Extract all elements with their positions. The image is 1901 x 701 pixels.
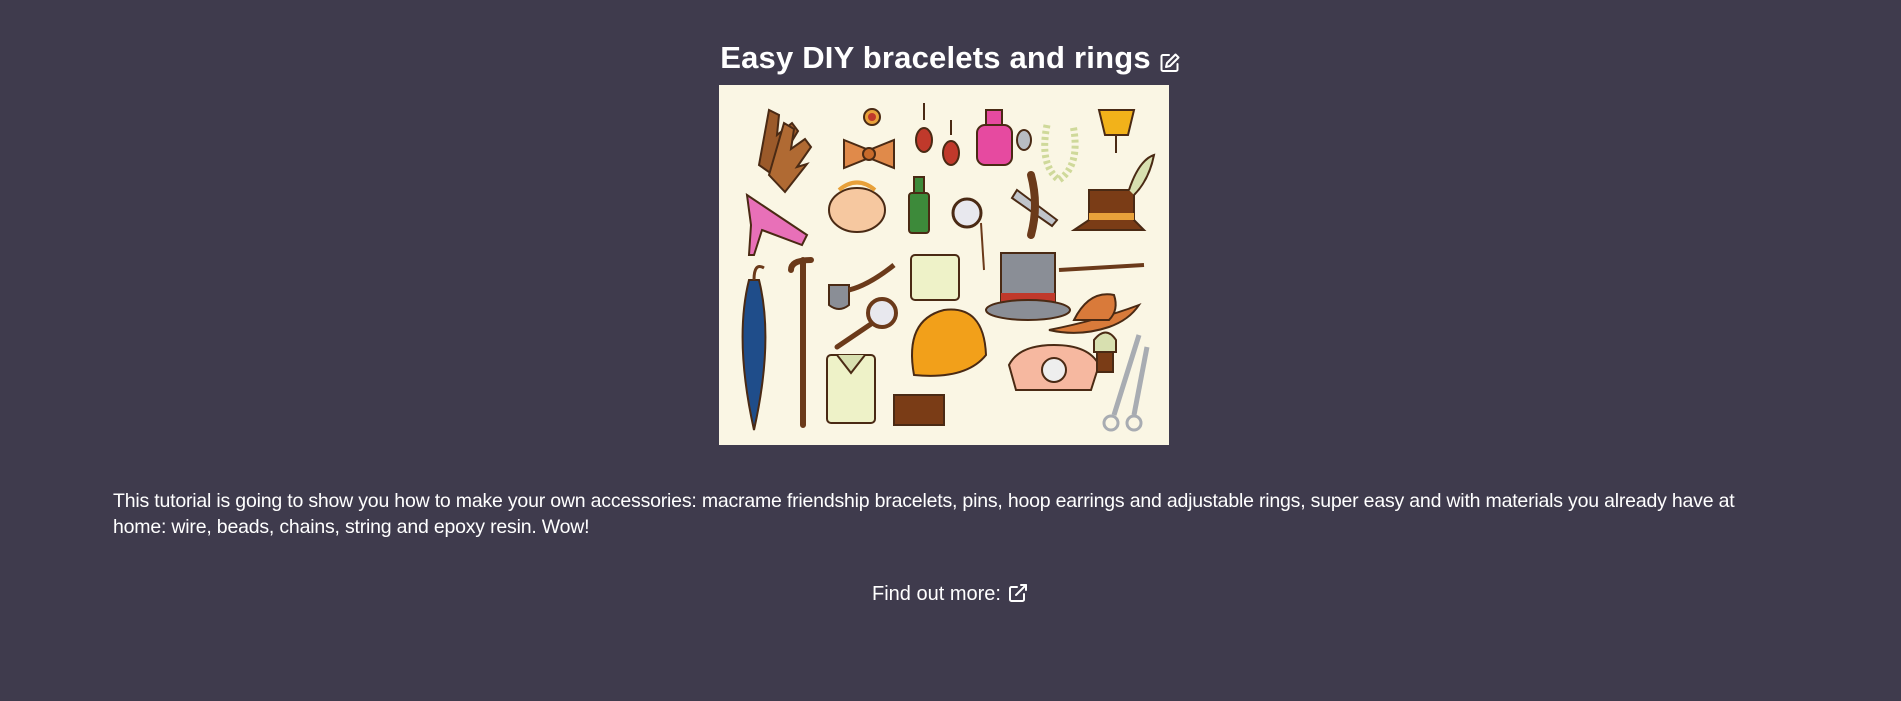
hero-image [719,85,1169,445]
page-title: Easy DIY bracelets and rings [720,40,1151,75]
title-row: Easy DIY bracelets and rings [0,38,1901,84]
find-more-row: Find out more: [0,580,1901,608]
external-link-icon[interactable] [1007,582,1029,604]
vintage-accessories-illustration [719,85,1169,445]
description: This tutorial is going to show you how t… [113,490,1735,538]
find-more-label: Find out more: [872,583,1001,605]
edit-icon[interactable] [1159,50,1181,72]
page: Easy DIY bracelets and rings This tutori… [0,0,1901,701]
